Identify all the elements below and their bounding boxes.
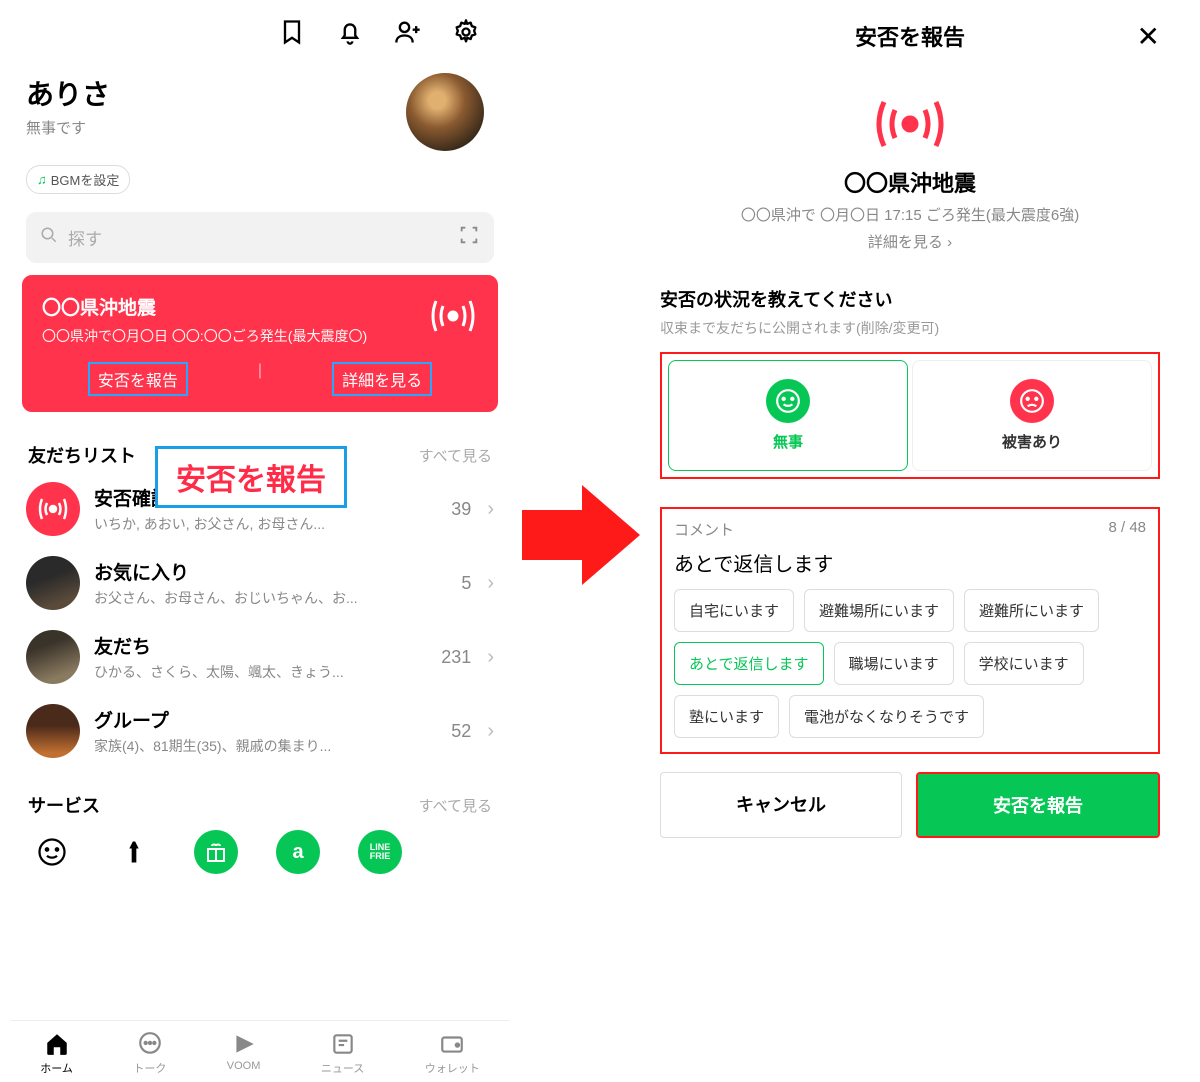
tab-label: VOOM xyxy=(227,1060,261,1072)
friend-title: お気に入り xyxy=(94,558,447,585)
tab-voom[interactable]: VOOM xyxy=(227,1031,261,1076)
avatar xyxy=(26,556,80,610)
quick-chip[interactable]: 避難所にいます xyxy=(964,589,1099,632)
quake-detail-link[interactable]: 詳細を見る › xyxy=(640,231,1180,252)
service-friends[interactable]: LINEFRIE xyxy=(358,830,402,874)
option-safe-label: 無事 xyxy=(773,431,803,452)
alert-subtitle: 〇〇県沖で〇月〇日 〇〇:〇〇ごろ発生(最大震度〇) xyxy=(42,326,478,346)
bell-icon[interactable] xyxy=(336,18,364,51)
quick-comment-chips: 自宅にいます避難場所にいます避難所にいますあとで返信します職場にいます学校にいま… xyxy=(674,589,1146,738)
music-note-icon: ♫ xyxy=(37,172,47,187)
tab-news[interactable]: ニュース xyxy=(321,1031,364,1076)
option-danger-label: 被害あり xyxy=(1002,431,1062,452)
tab-label: トーク xyxy=(133,1060,166,1076)
see-all-friends[interactable]: すべて見る xyxy=(419,445,492,466)
search-placeholder: 探す xyxy=(68,225,102,250)
comment-section: コメント 8 / 48 あとで返信します 自宅にいます避難場所にいます避難所にい… xyxy=(660,507,1160,754)
bgm-button[interactable]: ♫ BGMを設定 xyxy=(26,165,130,194)
avatar xyxy=(26,630,80,684)
option-danger[interactable]: 被害あり xyxy=(912,360,1152,471)
scan-icon[interactable] xyxy=(458,224,480,251)
tab-talk[interactable]: トーク xyxy=(133,1031,166,1076)
home-screen: ありさ 無事です ♫ BGMを設定 探す 〇〇県沖地震 〇〇県沖で〇月〇日 〇〇:… xyxy=(10,0,510,874)
view-detail-button[interactable]: 詳細を見る xyxy=(332,362,432,396)
friend-count: 52 xyxy=(451,721,471,742)
bgm-label: BGMを設定 xyxy=(51,170,120,189)
service-sticker[interactable] xyxy=(30,830,74,874)
signal-icon xyxy=(26,482,80,536)
close-icon[interactable]: ✕ xyxy=(1137,20,1160,53)
service-gift[interactable] xyxy=(194,830,238,874)
quick-chip[interactable]: 避難場所にいます xyxy=(804,589,954,632)
tab-wallet[interactable]: ウォレット xyxy=(425,1031,480,1076)
friend-count: 39 xyxy=(451,499,471,520)
search-icon xyxy=(40,226,58,249)
quick-chip[interactable]: 職場にいます xyxy=(834,642,954,685)
quick-chip[interactable]: 塾にいます xyxy=(674,695,779,738)
smile-icon xyxy=(766,379,810,423)
chevron-right-icon: › xyxy=(487,498,494,521)
friend-count: 5 xyxy=(461,573,471,594)
tab-bar: ホーム トーク VOOM ニュース ウォレット xyxy=(10,1020,510,1082)
friend-row-friends[interactable]: 友だちひかる、さくら、太陽、颯太、きょう... 231 › xyxy=(10,620,510,694)
quick-chip[interactable]: 学校にいます xyxy=(964,642,1084,685)
tab-home[interactable]: ホーム xyxy=(40,1031,73,1076)
friend-sub: いちか, あおい, お父さん, お母さん... xyxy=(94,514,437,534)
callout-annotation: 安否を報告 xyxy=(155,446,347,508)
friend-row-favorites[interactable]: お気に入りお父さん、お母さん、おじいちゃん、お... 5 › xyxy=(10,546,510,620)
friend-count: 231 xyxy=(441,647,471,668)
comment-input[interactable]: あとで返信します xyxy=(674,548,1146,577)
alert-title: 〇〇県沖地震 xyxy=(42,293,478,320)
avatar xyxy=(26,704,80,758)
modal-title: 安否を報告 xyxy=(855,20,965,52)
sad-icon xyxy=(1010,379,1054,423)
friend-sub: ひかる、さくら、太陽、颯太、きょう... xyxy=(94,662,427,682)
friend-title: グループ xyxy=(94,706,437,733)
friends-list-title: 友だちリスト xyxy=(28,442,136,468)
report-safety-button[interactable]: 安否を報告 xyxy=(88,362,188,396)
add-friend-icon[interactable] xyxy=(394,18,422,51)
tab-label: ホーム xyxy=(40,1060,73,1076)
service-row: a LINEFRIE xyxy=(10,822,510,874)
status-question: 安否の状況を教えてください xyxy=(660,286,1160,312)
option-safe[interactable]: 無事 xyxy=(668,360,908,471)
safety-report-modal: 安否を報告 ✕ 〇〇県沖地震 〇〇県沖で 〇月〇日 17:15 ごろ発生(最大震… xyxy=(640,0,1180,874)
submit-button[interactable]: 安否を報告 xyxy=(916,772,1160,838)
avatar[interactable] xyxy=(406,73,484,151)
service-theme[interactable] xyxy=(112,830,156,874)
arrow-icon xyxy=(522,480,642,595)
status-options: 無事 被害あり xyxy=(660,352,1160,479)
chevron-right-icon: › xyxy=(487,646,494,669)
friend-sub: お父さん、お母さん、おじいちゃん、お... xyxy=(94,588,447,608)
profile-status: 無事です xyxy=(26,117,406,138)
quick-chip[interactable]: 電池がなくなりそうです xyxy=(789,695,984,738)
bookmark-icon[interactable] xyxy=(278,18,306,51)
status-note: 収束まで友だちに公開されます(削除/変更可) xyxy=(660,318,1160,338)
comment-counter: 8 / 48 xyxy=(1108,519,1146,540)
quick-chip[interactable]: 自宅にいます xyxy=(674,589,794,632)
quake-title: 〇〇県沖地震 xyxy=(640,166,1180,198)
comment-label: コメント xyxy=(674,519,734,540)
friend-title: 友だち xyxy=(94,632,427,659)
chevron-right-icon: › xyxy=(487,572,494,595)
services-title: サービス xyxy=(28,792,100,818)
search-input[interactable]: 探す xyxy=(26,212,494,263)
safety-alert-card[interactable]: 〇〇県沖地震 〇〇県沖で〇月〇日 〇〇:〇〇ごろ発生(最大震度〇) 安否を報告 … xyxy=(22,275,498,412)
see-all-services[interactable]: すべて見る xyxy=(419,795,492,816)
friend-sub: 家族(4)、81期生(35)、親戚の集まり... xyxy=(94,736,437,756)
friend-row-groups[interactable]: グループ家族(4)、81期生(35)、親戚の集まり... 52 › xyxy=(10,694,510,768)
tab-label: ウォレット xyxy=(425,1060,480,1076)
tab-label: ニュース xyxy=(321,1060,364,1076)
profile-name[interactable]: ありさ xyxy=(26,73,406,113)
chevron-right-icon: › xyxy=(487,720,494,743)
signal-icon xyxy=(640,92,1180,156)
quick-chip[interactable]: あとで返信します xyxy=(674,642,824,685)
cancel-button[interactable]: キャンセル xyxy=(660,772,902,838)
service-app[interactable]: a xyxy=(276,830,320,874)
gear-icon[interactable] xyxy=(452,18,480,51)
top-toolbar xyxy=(10,0,510,61)
signal-icon xyxy=(428,295,478,342)
quake-subtitle: 〇〇県沖で 〇月〇日 17:15 ごろ発生(最大震度6強) xyxy=(640,204,1180,225)
